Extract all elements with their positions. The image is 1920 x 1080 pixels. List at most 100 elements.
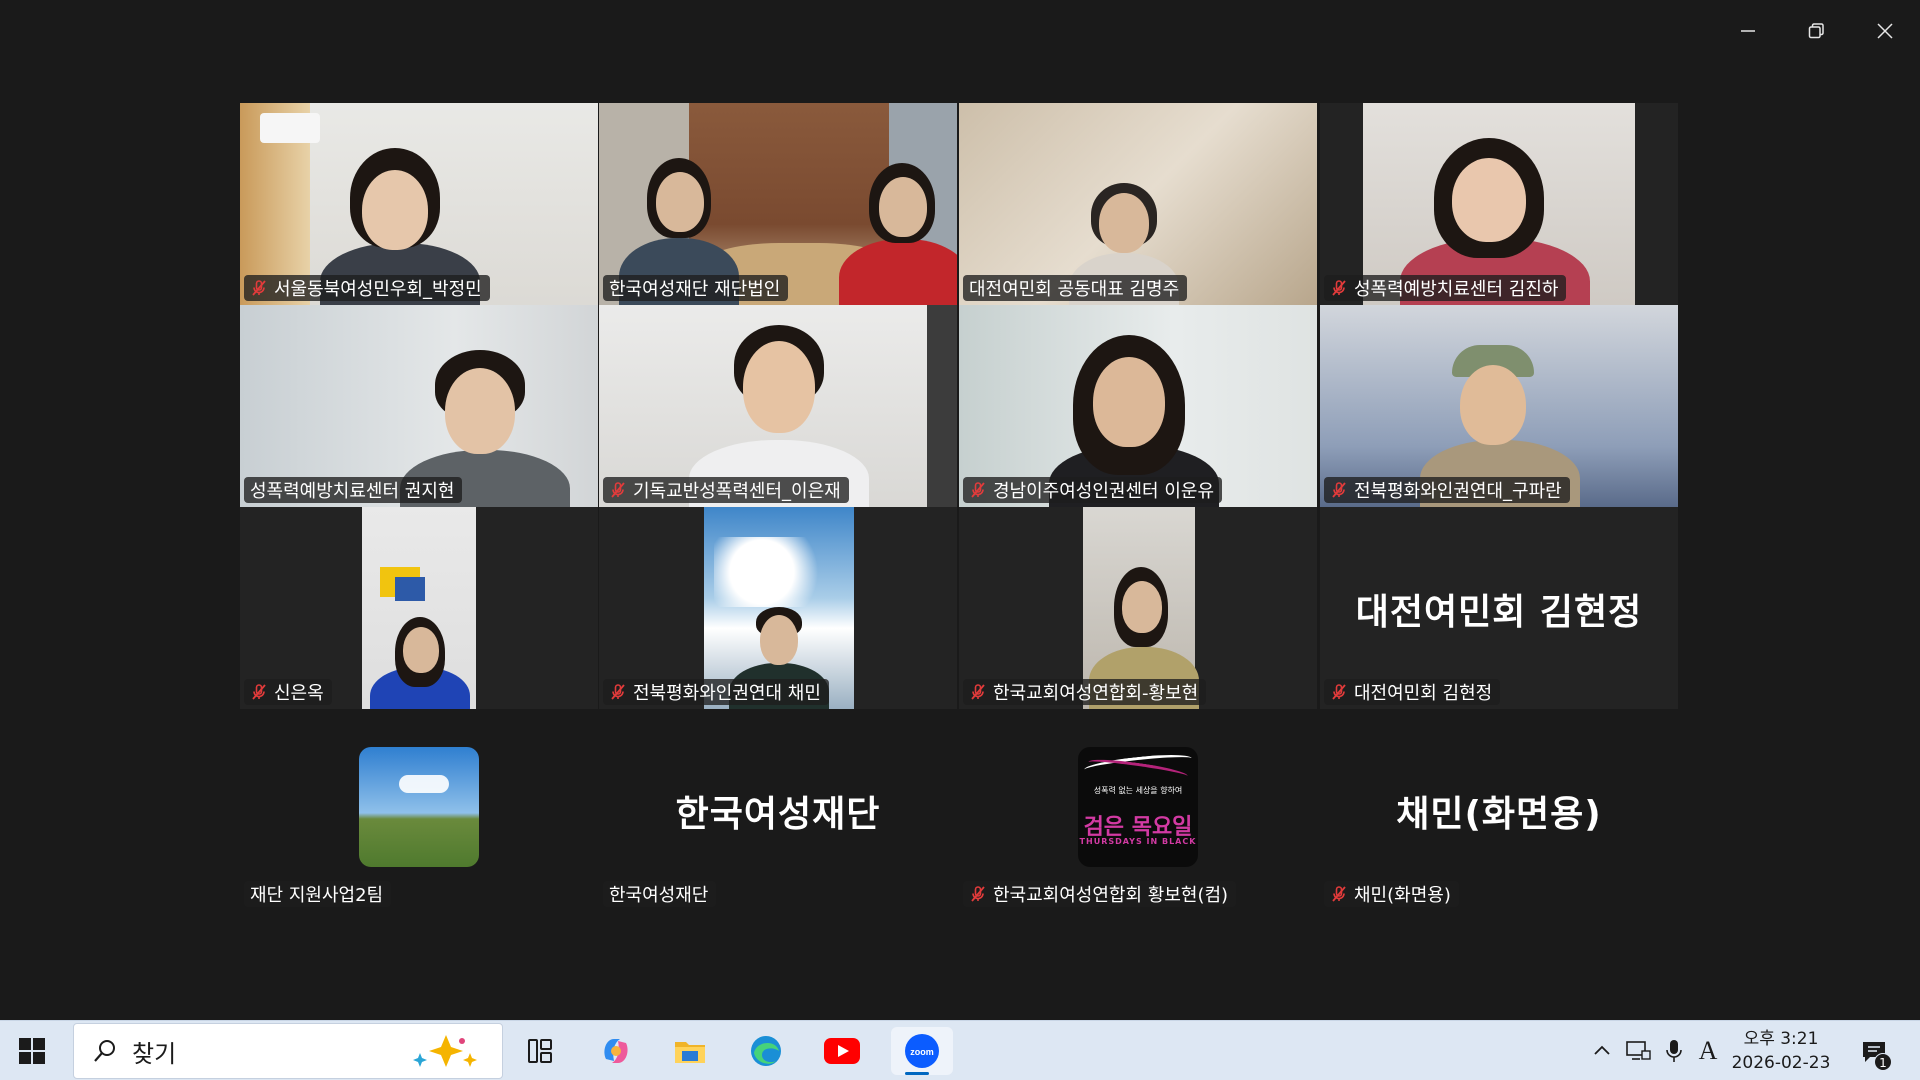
participant-name-tag: 한국교회여성연합회 황보현(컴) [963, 881, 1237, 907]
mic-muted-icon [971, 886, 985, 902]
copilot-icon [604, 1039, 628, 1063]
mic-muted-icon [1332, 886, 1346, 902]
participant-name-tag: 채민(화면용) [1324, 881, 1459, 907]
participant-name-tag: 전북평화와인권연대 채민 [603, 679, 829, 705]
sparkle-icon [413, 1035, 477, 1067]
microphone-status-button[interactable] [1660, 1037, 1688, 1065]
restore-button[interactable] [1786, 10, 1846, 52]
close-button[interactable] [1855, 10, 1915, 52]
close-icon [1877, 23, 1893, 39]
video-tile[interactable]: 전북평화와인권연대_구파란 [1320, 305, 1678, 507]
participant-name: 성폭력예방치료센터 김진하 [1354, 279, 1559, 300]
zoom-app-button[interactable]: zoom [891, 1027, 953, 1075]
file-explorer-button[interactable] [664, 1027, 716, 1075]
restore-icon [1808, 23, 1824, 39]
participant-name: 한국여성재단 [609, 885, 709, 906]
video-tile[interactable]: 대전여민회 공동대표 김명주 [959, 103, 1317, 305]
video-tile[interactable]: 경남이주여성인권센터 이운유 [959, 305, 1317, 507]
video-tile[interactable]: 기독교반성폭력센터_이은재 [599, 305, 957, 507]
search-placeholder: 찾기 [132, 1039, 177, 1068]
video-tile[interactable]: 전북평화와인권연대 채민 [599, 507, 957, 709]
windows-logo-icon [19, 1038, 45, 1064]
participant-display-name: 대전여민회 김현정 [1355, 592, 1643, 633]
show-hidden-icons-button[interactable] [1588, 1037, 1616, 1065]
edge-browser-button[interactable] [740, 1027, 792, 1075]
microphone-icon [1666, 1040, 1682, 1062]
participant-avatar [359, 747, 479, 867]
folder-icon [675, 1042, 705, 1063]
start-button[interactable] [16, 1035, 48, 1067]
svg-text:zoom: zoom [910, 1047, 934, 1057]
participant-name-tag: 성폭력예방치료센터 김진하 [1324, 275, 1567, 301]
participant-name: 신은옥 [274, 683, 324, 704]
network-icon [1626, 1041, 1651, 1060]
video-tile[interactable]: 성폭력예방치료센터 권지현 [240, 305, 598, 507]
participant-name-tag: 한국여성재단 [603, 881, 717, 907]
participant-name: 대전여민회 김현정 [1354, 683, 1493, 704]
notification-center-button[interactable]: 1 [1856, 1035, 1892, 1071]
participant-name: 성폭력예방치료센터 권지현 [250, 481, 455, 502]
mic-muted-icon [971, 684, 985, 700]
youtube-app-button[interactable] [816, 1027, 868, 1075]
system-clock[interactable]: 오후 3:21 2026-02-23 [1716, 1027, 1846, 1075]
participant-name-tag: 대전여민회 김현정 [1324, 679, 1501, 705]
participant-name: 한국여성재단 재단법인 [609, 279, 781, 300]
minimize-icon [1741, 30, 1755, 32]
network-status-button[interactable] [1624, 1037, 1652, 1065]
participant-name-tag: 한국여성재단 재단법인 [603, 275, 789, 301]
participant-name-tag: 한국교회여성연합회-황보현 [963, 679, 1207, 705]
participant-name-tag: 서울동북여성민우회_박정민 [244, 275, 490, 301]
participant-avatar: 성폭력 없는 세상을 향하여 검은 목요일 THURSDAYS IN BLACK [1078, 747, 1198, 867]
taskbar: 찾기 zoom A 오후 3:21 2026-02-23 1 [0, 1020, 1920, 1080]
task-view-button[interactable] [514, 1027, 566, 1075]
participant-name: 전북평화와인권연대 채민 [633, 683, 821, 704]
participant-display-name: 한국여성재단 [675, 794, 881, 835]
video-tile-camera-off[interactable]: 대전여민회 김현정 대전여민회 김현정 [1320, 507, 1678, 709]
participant-name-tag: 성폭력예방치료센터 권지현 [244, 477, 463, 503]
participant-name: 재단 지원사업2팀 [250, 885, 384, 906]
video-tile-camera-off[interactable]: 채민(화면용) 채민(화면용) [1320, 709, 1678, 911]
clock-time: 오후 3:21 [1743, 1029, 1819, 1049]
mic-muted-icon [252, 684, 266, 700]
participant-name-tag: 전북평화와인권연대_구파란 [1324, 477, 1570, 503]
search-icon [94, 1040, 115, 1062]
participant-name-tag: 신은옥 [244, 679, 332, 705]
mic-muted-icon [611, 684, 625, 700]
video-tile[interactable]: 한국교회여성연합회-황보현 [959, 507, 1317, 709]
minimize-button[interactable] [1718, 10, 1778, 52]
copilot-app-button[interactable] [590, 1027, 642, 1075]
participant-name-tag: 경남이주여성인권센터 이운유 [963, 477, 1223, 503]
search-box[interactable]: 찾기 [73, 1023, 503, 1079]
video-tile[interactable]: 성폭력예방치료센터 김진하 [1320, 103, 1678, 305]
participant-name: 한국교회여성연합회 황보현(컴) [993, 885, 1229, 906]
mic-muted-icon [611, 482, 625, 498]
participant-name: 서울동북여성민우회_박정민 [274, 279, 482, 300]
participant-name: 전북평화와인권연대_구파란 [1354, 481, 1562, 502]
participant-name-tag: 재단 지원사업2팀 [244, 881, 392, 907]
mic-muted-icon [1332, 280, 1346, 296]
participant-display-name: 채민(화면용) [1396, 794, 1602, 835]
youtube-icon [824, 1038, 860, 1064]
edge-icon [751, 1036, 781, 1066]
video-tile-camera-off[interactable]: 성폭력 없는 세상을 향하여 검은 목요일 THURSDAYS IN BLACK… [959, 709, 1317, 911]
participant-name: 기독교반성폭력센터_이은재 [633, 481, 841, 502]
participant-name: 대전여민회 공동대표 김명주 [969, 279, 1180, 300]
participant-name: 채민(화면용) [1354, 885, 1451, 906]
chevron-up-icon [1594, 1045, 1610, 1055]
video-tile-camera-off[interactable]: 한국여성재단 한국여성재단 [599, 709, 957, 911]
mic-muted-icon [971, 482, 985, 498]
mic-muted-icon [252, 280, 266, 296]
avatar-text-sub: THURSDAYS IN BLACK [1079, 837, 1197, 846]
mic-muted-icon [1332, 482, 1346, 498]
video-tile-camera-off[interactable]: 재단 지원사업2팀 [240, 709, 598, 911]
video-tile[interactable]: 신은옥 [240, 507, 598, 709]
notification-badge: 1 [1874, 1053, 1892, 1071]
clock-date: 2026-02-23 [1731, 1053, 1831, 1073]
video-tile-active-speaker[interactable]: 한국여성재단 재단법인 [599, 103, 957, 305]
participant-name: 경남이주여성인권센터 이운유 [993, 481, 1215, 502]
participant-name-tag: 대전여민회 공동대표 김명주 [963, 275, 1188, 301]
avatar-text-top: 성폭력 없는 세상을 향하여 [1093, 786, 1183, 795]
participant-name-tag: 기독교반성폭력센터_이은재 [603, 477, 849, 503]
mic-muted-icon [1332, 684, 1346, 700]
video-tile[interactable]: 서울동북여성민우회_박정민 [240, 103, 598, 305]
